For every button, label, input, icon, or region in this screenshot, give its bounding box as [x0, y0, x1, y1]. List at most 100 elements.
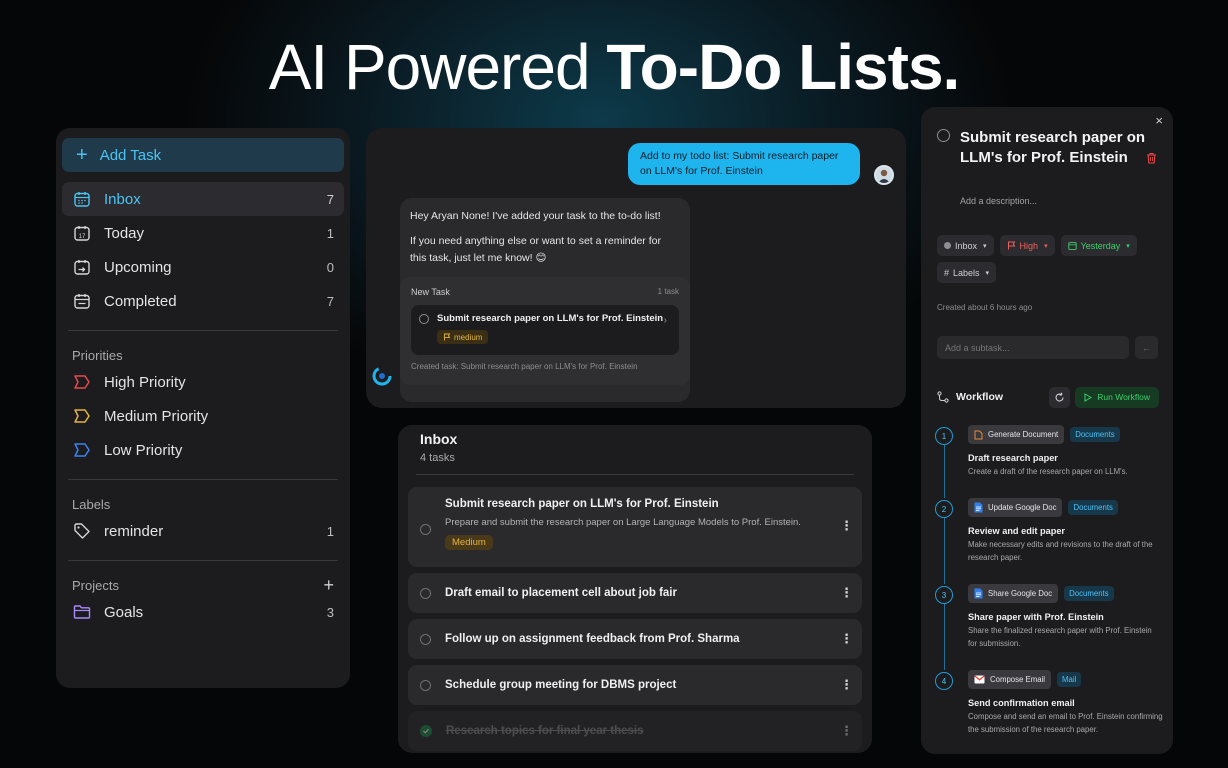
reset-workflow-button[interactable] [1049, 386, 1071, 408]
gmail-icon [974, 675, 985, 684]
trash-icon[interactable] [1146, 151, 1157, 169]
step-connector [943, 445, 945, 498]
sidebar-item-count: 7 [326, 191, 334, 207]
workflow-step[interactable]: 4 Compose Email Mail Send confirmation e… [935, 670, 1165, 740]
priorities-section-title: Priorities [62, 341, 344, 365]
svg-text:17: 17 [79, 234, 86, 240]
task-properties: Inbox ▾ High ▾ Yesterday ▾ # Labels ▾ [937, 235, 1157, 283]
chevron-down-icon: ▾ [985, 269, 990, 277]
sidebar-item-medium-priority[interactable]: Medium Priority [62, 399, 344, 433]
sidebar-item-low-priority[interactable]: Low Priority [62, 433, 344, 467]
sidebar-item-label: Completed [104, 292, 177, 310]
sidebar-item-high-priority[interactable]: High Priority [62, 365, 344, 399]
task-row[interactable]: Schedule group meeting for DBMS project … [408, 665, 862, 705]
flag-icon [1007, 241, 1015, 250]
google-docs-icon [974, 588, 983, 599]
project-selector[interactable]: Inbox ▾ [937, 235, 994, 256]
workflow-step[interactable]: 2 Update Google Doc Documents Review and… [935, 498, 1165, 584]
subtask-input[interactable] [937, 336, 1129, 359]
more-options-icon[interactable]: ⋮ [840, 518, 853, 534]
priority-badge: medium [437, 330, 489, 344]
task-checkbox[interactable] [419, 313, 429, 324]
more-options-icon[interactable]: ⋮ [840, 631, 853, 647]
task-row[interactable]: Draft email to placement cell about job … [408, 573, 862, 613]
labels-section-title: Labels [62, 490, 344, 514]
step-description: Compose and send an email to Prof. Einst… [968, 712, 1163, 734]
step-number: 4 [935, 672, 953, 690]
calendar-arrow-icon [72, 257, 92, 277]
workflow-step[interactable]: 1 Generate Document Documents Draft rese… [935, 425, 1165, 498]
assistant-message-line: Hey Aryan None! I've added your task to … [410, 210, 661, 222]
task-checkbox[interactable] [420, 633, 431, 645]
new-task-item[interactable]: Submit research paper on LLM's for Prof.… [411, 305, 679, 355]
more-options-icon[interactable]: ⋮ [840, 677, 853, 693]
task-description: Prepare and submit the research paper on… [445, 517, 801, 528]
run-workflow-button[interactable]: Run Workflow [1075, 386, 1159, 408]
labels-selector-label: Labels [953, 267, 980, 278]
sidebar-item-inbox[interactable]: Inbox 7 [62, 182, 344, 216]
sidebar-item-count: 0 [326, 259, 334, 275]
new-task-card-title: New Task [411, 287, 450, 297]
sidebar-item-label: Upcoming [104, 258, 172, 276]
task-row[interactable]: Follow up on assignment feedback from Pr… [408, 619, 862, 659]
divider [68, 560, 338, 561]
labels-selector[interactable]: # Labels ▾ [937, 262, 997, 283]
workflow-tool-label: Update Google Doc [988, 503, 1057, 512]
add-task-button[interactable]: + Add Task [62, 138, 344, 172]
hero-light-text: AI Powered [268, 31, 607, 103]
step-connector [943, 518, 945, 584]
task-row[interactable]: Submit research paper on LLM's for Prof.… [408, 487, 862, 567]
inbox-panel: Inbox 4 tasks Submit research paper on L… [398, 425, 872, 753]
sidebar-item-label: High Priority [104, 373, 186, 391]
description-field[interactable]: Add a description... [960, 196, 1037, 206]
chat-panel: Add to my todo list: Submit research pap… [366, 128, 906, 408]
step-title: Send confirmation email [968, 698, 1075, 708]
workflow-step[interactable]: 3 Share Google Doc Documents Share paper… [935, 584, 1165, 670]
project-dot-icon [944, 242, 951, 249]
inbox-calendar-icon [72, 189, 92, 209]
step-title: Share paper with Prof. Einstein [968, 612, 1104, 622]
document-icon [974, 430, 983, 439]
due-date-selector[interactable]: Yesterday ▾ [1060, 235, 1137, 256]
sidebar-item-upcoming[interactable]: Upcoming 0 [62, 250, 344, 284]
priority-flag-icon [72, 372, 92, 392]
inbox-task-count: 4 tasks [420, 452, 455, 464]
task-row-completed[interactable]: Research topics for final year thesis ⋮ [408, 711, 862, 751]
completed-check-icon[interactable] [420, 725, 432, 737]
add-project-button[interactable]: + [323, 575, 334, 596]
task-title: Draft email to placement cell about job … [445, 587, 677, 599]
sidebar-item-reminder[interactable]: reminder 1 [62, 514, 344, 548]
task-checkbox[interactable] [420, 524, 431, 535]
divider [68, 330, 338, 331]
new-task-title: Submit research paper on LLM's for Prof.… [437, 313, 664, 324]
sidebar-item-today[interactable]: 17 Today 1 [62, 216, 344, 250]
calendar-icon [1067, 242, 1077, 250]
more-options-icon[interactable]: ⋮ [840, 585, 853, 601]
step-description: Share the finalized research paper with … [968, 626, 1152, 648]
step-title: Review and edit paper [968, 526, 1066, 536]
workflow-tool-label: Compose Email [990, 675, 1046, 684]
task-checkbox[interactable] [420, 679, 431, 691]
close-icon[interactable]: × [1155, 113, 1163, 128]
more-options-icon[interactable]: ⋮ [840, 723, 853, 739]
sidebar-item-completed[interactable]: Completed 7 [62, 284, 344, 318]
step-number: 1 [935, 427, 953, 445]
chevron-right-icon: › [663, 315, 667, 326]
priority-selector[interactable]: High ▾ [999, 235, 1055, 256]
workflow-tool-label: Generate Document [988, 430, 1059, 439]
priority-badge: Medium [445, 535, 493, 550]
workflow-header: Workflow Run Workflow [937, 386, 1159, 408]
task-checkbox[interactable] [420, 587, 431, 599]
priority-badge-label: medium [454, 332, 483, 342]
step-connector [943, 604, 945, 670]
due-date-label: Yesterday [1080, 240, 1121, 251]
sidebar-item-goals[interactable]: Goals 3 [62, 595, 344, 629]
priority-flag-icon [72, 406, 92, 426]
hash-icon: # [944, 267, 950, 278]
workflow-tool: Share Google Doc [968, 584, 1059, 603]
step-title: Draft research paper [968, 453, 1058, 463]
task-detail-title[interactable]: Submit research paper on LLM's for Prof.… [960, 128, 1152, 168]
add-subtask-button[interactable]: ← [1135, 336, 1158, 359]
sidebar-item-label: reminder [104, 522, 164, 540]
task-checkbox[interactable] [937, 129, 950, 142]
